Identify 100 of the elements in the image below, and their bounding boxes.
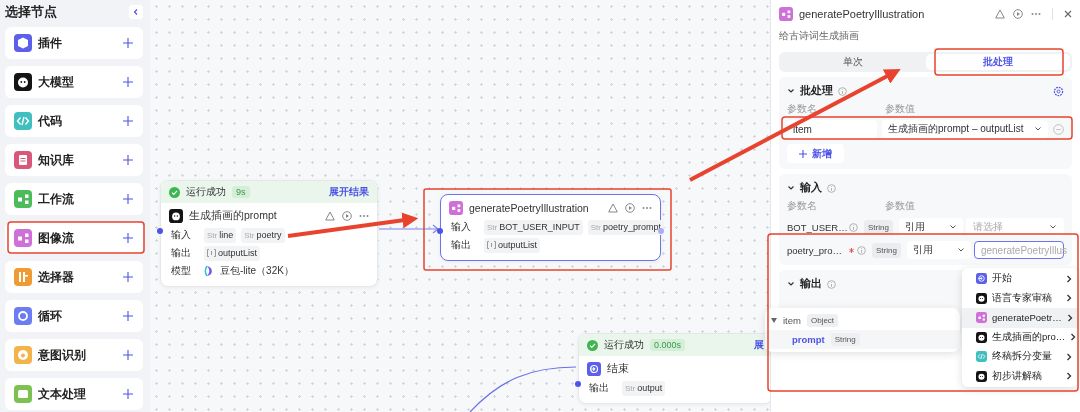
chevron-right-icon[interactable] [1066,372,1072,381]
model-logo-icon [204,265,215,277]
plus-icon[interactable] [123,311,133,321]
code-icon [976,351,987,363]
port-dot[interactable] [157,228,163,234]
node-type-item[interactable]: 意图识别 [5,339,143,371]
list-icon [207,249,216,257]
source-select[interactable]: 引用 [906,241,971,259]
column-label: 参数名 [787,199,818,213]
robot-icon [976,331,987,343]
cube-icon [14,34,32,52]
warning-icon[interactable] [995,9,1005,19]
panel-description: 给古诗词生成插画 [779,29,860,43]
plus-icon[interactable] [123,116,133,126]
section-title: 批处理 [800,84,833,98]
menu-item[interactable]: 开始 [962,269,1078,289]
row-label: 输入 [171,228,192,242]
type-tag: Str [625,383,636,393]
list-icon [487,241,496,249]
chevron-icon[interactable] [787,184,795,192]
mode-tab[interactable]: 单次 [781,54,926,70]
chevron-right-icon[interactable] [1066,294,1072,303]
type-tag: Str [487,222,498,232]
row-label: 输入 [451,220,472,234]
menu-item[interactable]: generatePoetr… [962,308,1078,328]
chevron-right-icon[interactable] [1066,352,1072,361]
variable-item[interactable]: item Object [765,311,960,330]
info-icon[interactable] [838,86,847,96]
plus-icon[interactable] [123,155,133,165]
plus-icon[interactable] [123,389,133,399]
column-label: 参数名 [787,102,818,116]
name-field[interactable]: item [787,120,877,138]
flow-icon [976,312,987,324]
plus-icon[interactable] [123,38,133,48]
plus-icon[interactable] [123,194,133,204]
workflow-node[interactable]: 运行成功 0.000s 展 结束 输出 Str output [578,333,770,404]
menu-item[interactable]: 生成插画的pro… [962,327,1078,347]
node-type-item[interactable]: 知识库 [5,144,143,176]
value-select[interactable]: 生成插画的prompt – outputList [882,120,1048,138]
node-title: generatePoetryIllustration [469,202,589,214]
variable-item[interactable]: prompt String [765,330,960,349]
column-label: 参数值 [885,199,916,213]
more-icon[interactable] [642,206,652,210]
plus-icon[interactable] [123,350,133,360]
chevron-right-icon[interactable] [1066,274,1072,283]
expand-link[interactable]: 展 [754,338,764,352]
workflow-node[interactable]: generatePoetryIllustration 输入 Str BOT_USER_INPUT Str poetry_prompt 输出 outputList [440,194,661,261]
close-icon[interactable] [1064,10,1072,18]
row-label: 输出 [589,381,610,395]
status-text: 运行成功 [604,338,644,352]
chevron-down-icon[interactable] [1049,223,1057,231]
node-type-item[interactable]: 文本处理 [5,378,143,410]
param-name: BOT_USER_INPUT [499,222,580,232]
warning-icon[interactable] [325,211,335,221]
row-label: 模型 [171,264,192,278]
caret-icon[interactable] [771,318,777,323]
more-icon[interactable] [359,214,369,218]
chevron-down-icon[interactable] [1034,125,1042,133]
arrow-in-icon [587,362,601,376]
node-type-item[interactable]: 插件 [5,27,143,59]
port-dot[interactable] [437,228,443,234]
play-icon[interactable] [342,211,352,221]
node-type-item[interactable]: 循环 [5,300,143,332]
node-title: 结束 [607,362,629,376]
play-icon[interactable] [1013,9,1023,19]
workflow-node[interactable]: 运行成功 9s 展开结果 生成插画的prompt 输入 Str line Str poetry 输出 outputList 模型 豆包-lite（32K） [160,180,378,287]
node-type-item[interactable]: 选择器 [5,261,143,293]
more-icon[interactable] [1031,12,1041,16]
settings-icon[interactable] [1053,85,1064,97]
plus-icon[interactable] [799,149,807,158]
param-name: outputList [498,240,538,250]
type-tag: Str [590,222,601,232]
node-type-item[interactable]: 工作流 [5,183,143,215]
chevron-right-icon[interactable] [1070,333,1077,342]
mode-tab[interactable]: 批处理 [925,54,1070,70]
node-type-item[interactable]: 代码 [5,105,143,137]
chevron-down-icon[interactable] [956,246,965,254]
code-icon [14,112,32,130]
chevron-right-icon[interactable] [1066,313,1073,322]
expand-link[interactable]: 展开结果 [329,185,369,199]
node-type-item[interactable]: 大模型 [5,66,143,98]
plus-icon[interactable] [123,233,133,243]
row-label: 输出 [451,238,472,252]
plus-icon[interactable] [123,77,133,87]
warning-icon[interactable] [608,203,618,213]
chevron-down-icon[interactable] [948,223,957,231]
play-icon[interactable] [625,203,635,213]
param-name: BOT_USER… [787,221,846,233]
node-title: 生成插画的prompt [189,209,277,223]
model-name: 豆包-lite（32K） [220,264,294,278]
flow-icon [449,201,463,215]
add-button[interactable]: 新增 [787,144,844,163]
panel-title: generatePoetryIllustration [799,8,925,20]
menu-item[interactable]: 终稿拆分变量 [962,347,1078,367]
chevron-icon[interactable] [787,87,795,95]
menu-item[interactable]: 语言专家审稿 [962,288,1078,308]
plus-icon[interactable] [123,272,133,282]
menu-item[interactable]: 初步讲解稿 [962,366,1078,386]
port-dot[interactable] [575,381,581,387]
chevron-icon[interactable] [787,280,795,288]
